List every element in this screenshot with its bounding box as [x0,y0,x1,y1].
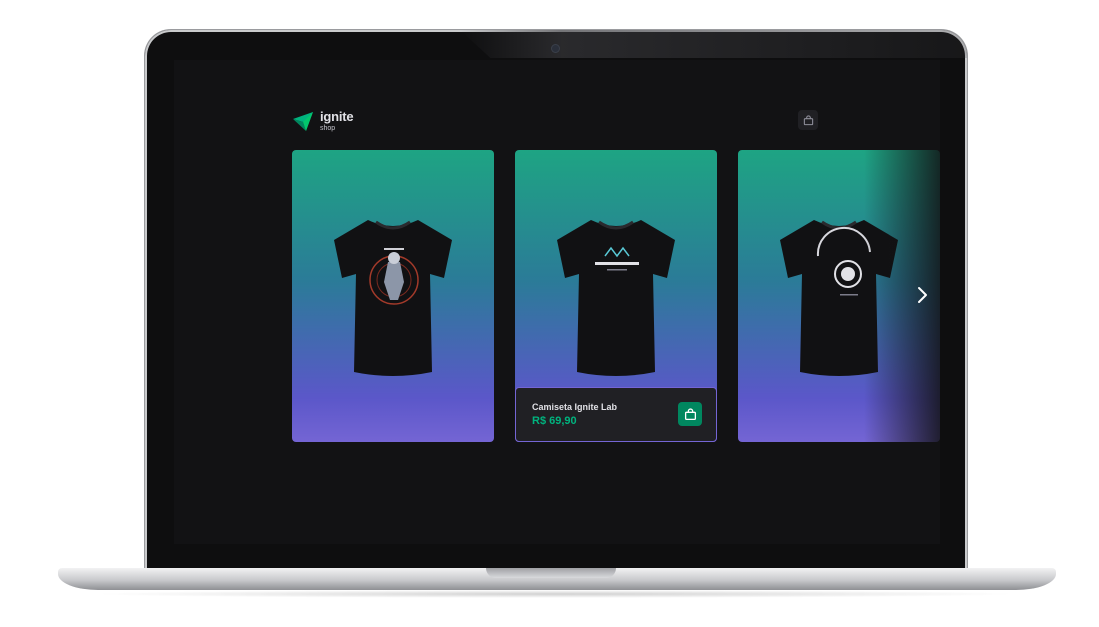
shopping-bag-icon [684,407,696,420]
webcam [552,45,559,52]
logo-subtitle: shop [320,125,336,132]
header: ignite shop [292,110,822,134]
screen-bezel [150,544,962,568]
logo-title: ignite [320,109,354,124]
tshirt-image [334,220,452,376]
product-footer: Camiseta Ignite Lab R$ 69,90 [515,387,717,442]
ignite-logo-icon [293,112,313,131]
lid-reflection [460,30,967,58]
chevron-right-icon[interactable] [915,286,929,304]
product-card[interactable] [292,150,494,442]
add-to-cart-button[interactable] [678,402,702,426]
laptop-notch [486,568,616,578]
tshirt-image [557,220,675,376]
app-screen: ignite shop Camiseta Ignite Lab R$ 69,90 [174,60,940,544]
logo[interactable]: ignite shop [292,109,354,132]
laptop-shadow [90,590,1020,598]
product-price: R$ 69,90 [532,415,577,427]
product-name: Camiseta Ignite Lab [532,402,618,412]
shopping-bag-icon [803,114,813,125]
cart-button[interactable] [798,110,818,130]
